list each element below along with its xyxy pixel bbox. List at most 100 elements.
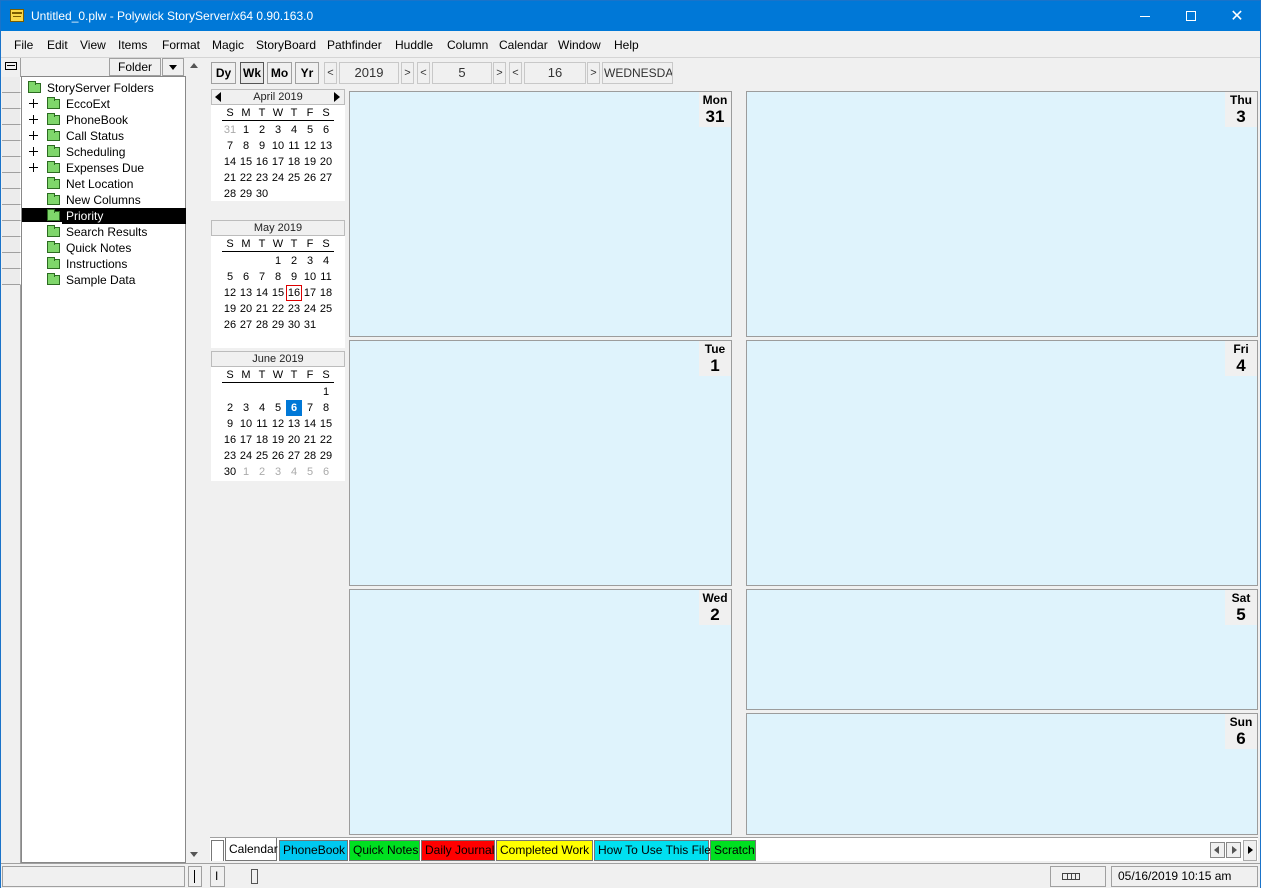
mini-calendar-day[interactable]: 15 bbox=[318, 416, 334, 432]
tree-item[interactable]: Scheduling bbox=[26, 144, 186, 160]
mini-calendar-day[interactable]: 3 bbox=[302, 253, 318, 269]
mini-calendar-day[interactable]: 10 bbox=[302, 269, 318, 285]
mini-calendar-day[interactable]: 16 bbox=[254, 154, 270, 170]
mini-calendar-day[interactable]: 6 bbox=[238, 269, 254, 285]
mini-calendar-day[interactable]: 6 bbox=[286, 400, 302, 416]
mini-calendar-day[interactable]: 2 bbox=[286, 253, 302, 269]
month-next-button[interactable]: > bbox=[493, 62, 506, 84]
expand-plus-icon[interactable] bbox=[29, 99, 38, 108]
row-handle[interactable] bbox=[2, 141, 21, 157]
mini-calendar-day[interactable]: 12 bbox=[270, 416, 286, 432]
tab-scroll-right-button[interactable] bbox=[1226, 842, 1241, 858]
tree-item[interactable]: Expenses Due bbox=[26, 160, 186, 176]
mini-calendar-day[interactable]: 31 bbox=[302, 317, 318, 333]
prev-month-icon[interactable] bbox=[215, 92, 221, 102]
mini-calendar-day[interactable]: 20 bbox=[238, 301, 254, 317]
month-view-button[interactable]: Mo bbox=[267, 62, 292, 84]
status-splitter[interactable] bbox=[188, 866, 202, 887]
mini-calendar-day[interactable]: 25 bbox=[286, 170, 302, 186]
close-button[interactable]: ✕ bbox=[1214, 1, 1260, 31]
mini-calendar-day[interactable]: 30 bbox=[254, 186, 270, 202]
menu-window[interactable]: Window bbox=[558, 38, 601, 52]
mini-calendar-day[interactable]: 17 bbox=[302, 285, 318, 301]
mini-calendar-day[interactable]: 17 bbox=[238, 432, 254, 448]
mini-calendar-day[interactable]: 24 bbox=[270, 170, 286, 186]
tab-quick-notes[interactable]: Quick Notes bbox=[349, 840, 420, 861]
year-view-button[interactable]: Yr bbox=[295, 62, 319, 84]
mini-calendar-day[interactable]: 24 bbox=[238, 448, 254, 464]
day-prev-button[interactable]: < bbox=[509, 62, 522, 84]
mini-calendar-day[interactable]: 2 bbox=[254, 464, 270, 480]
menu-edit[interactable]: Edit bbox=[47, 38, 68, 52]
mini-calendar-day[interactable]: 8 bbox=[318, 400, 334, 416]
mini-calendar-day[interactable]: 31 bbox=[222, 122, 238, 138]
mini-calendar-day[interactable]: 7 bbox=[302, 400, 318, 416]
next-month-icon[interactable] bbox=[334, 92, 340, 102]
mini-calendar-day[interactable]: 28 bbox=[302, 448, 318, 464]
resize-handle-icon[interactable] bbox=[251, 869, 258, 884]
tab-scratch[interactable]: Scratch bbox=[710, 840, 756, 861]
menu-huddle[interactable]: Huddle bbox=[395, 38, 433, 52]
day-panel-tue[interactable]: Tue 1 bbox=[349, 340, 732, 586]
mini-calendar-day[interactable]: 23 bbox=[222, 448, 238, 464]
tab-how-to-use-this-file[interactable]: How To Use This File bbox=[594, 840, 711, 861]
mini-calendar-day[interactable]: 1 bbox=[270, 253, 286, 269]
menu-pathfinder[interactable]: Pathfinder bbox=[327, 38, 382, 52]
mini-calendar-day[interactable]: 16 bbox=[222, 432, 238, 448]
tab-completed-work[interactable]: Completed Work bbox=[496, 840, 593, 861]
row-handle[interactable] bbox=[2, 253, 21, 269]
mini-calendar-day[interactable]: 29 bbox=[270, 317, 286, 333]
mini-calendar-day[interactable]: 23 bbox=[286, 301, 302, 317]
tab-calendar[interactable]: Calendar bbox=[225, 838, 278, 861]
mini-calendar-day[interactable]: 4 bbox=[318, 253, 334, 269]
day-next-button[interactable]: > bbox=[587, 62, 600, 84]
row-handle[interactable] bbox=[2, 125, 21, 141]
mini-calendar-day[interactable]: 26 bbox=[222, 317, 238, 333]
month-field[interactable]: 5 bbox=[432, 62, 492, 84]
mini-calendar-day[interactable]: 15 bbox=[270, 285, 286, 301]
mini-calendar-day[interactable]: 5 bbox=[302, 122, 318, 138]
scroll-up-icon[interactable] bbox=[190, 63, 198, 68]
expand-plus-icon[interactable] bbox=[29, 147, 38, 156]
title-bar[interactable]: Untitled_0.plw - Polywick StoryServer/x6… bbox=[1, 1, 1260, 31]
menu-help[interactable]: Help bbox=[614, 38, 639, 52]
mini-calendar-day[interactable]: 19 bbox=[270, 432, 286, 448]
mini-calendar-day[interactable]: 4 bbox=[254, 400, 270, 416]
tree-item[interactable]: Search Results bbox=[26, 224, 186, 240]
day-panel-mon[interactable]: Mon 31 bbox=[349, 91, 732, 337]
tree-item[interactable]: Instructions bbox=[26, 256, 186, 272]
year-field[interactable]: 2019 bbox=[339, 62, 399, 84]
mini-calendar-day[interactable]: 21 bbox=[222, 170, 238, 186]
day-field[interactable]: 16 bbox=[524, 62, 586, 84]
day-panel-sun[interactable]: Sun 6 bbox=[746, 713, 1258, 835]
mini-calendar-day[interactable]: 3 bbox=[270, 464, 286, 480]
scroll-right-end-button[interactable] bbox=[1243, 840, 1257, 861]
mini-calendar-day[interactable]: 1 bbox=[238, 122, 254, 138]
menu-magic[interactable]: Magic bbox=[212, 38, 244, 52]
mini-calendar-day[interactable]: 24 bbox=[302, 301, 318, 317]
tab-daily-journal[interactable]: Daily Journal bbox=[421, 840, 495, 861]
menu-storyboard[interactable]: StoryBoard bbox=[256, 38, 316, 52]
mini-calendar-day[interactable]: 11 bbox=[254, 416, 270, 432]
mini-calendar-day[interactable]: 13 bbox=[238, 285, 254, 301]
row-handle[interactable] bbox=[2, 173, 21, 189]
mini-calendar-day[interactable]: 5 bbox=[270, 400, 286, 416]
mini-calendar-day[interactable]: 3 bbox=[238, 400, 254, 416]
mini-calendar-day[interactable]: 22 bbox=[318, 432, 334, 448]
mini-calendar-day[interactable]: 5 bbox=[222, 269, 238, 285]
tree-item[interactable]: New Columns bbox=[26, 192, 186, 208]
day-panel-sat[interactable]: Sat 5 bbox=[746, 589, 1258, 710]
mini-calendar-day[interactable]: 11 bbox=[318, 269, 334, 285]
row-handle[interactable] bbox=[2, 205, 21, 221]
maximize-button[interactable] bbox=[1168, 1, 1214, 31]
tree-scrollbar[interactable] bbox=[186, 58, 201, 863]
mini-calendar-day[interactable]: 20 bbox=[286, 432, 302, 448]
scroll-down-icon[interactable] bbox=[190, 852, 198, 857]
tree-item[interactable]: Priority bbox=[22, 208, 186, 224]
mini-calendar-day[interactable]: 9 bbox=[286, 269, 302, 285]
mini-calendar-day[interactable]: 30 bbox=[286, 317, 302, 333]
folder-column-header[interactable]: Folder bbox=[109, 58, 161, 76]
folder-dropdown-button[interactable] bbox=[162, 58, 184, 76]
mini-calendar-day[interactable]: 21 bbox=[254, 301, 270, 317]
mini-calendar-day[interactable]: 28 bbox=[254, 317, 270, 333]
